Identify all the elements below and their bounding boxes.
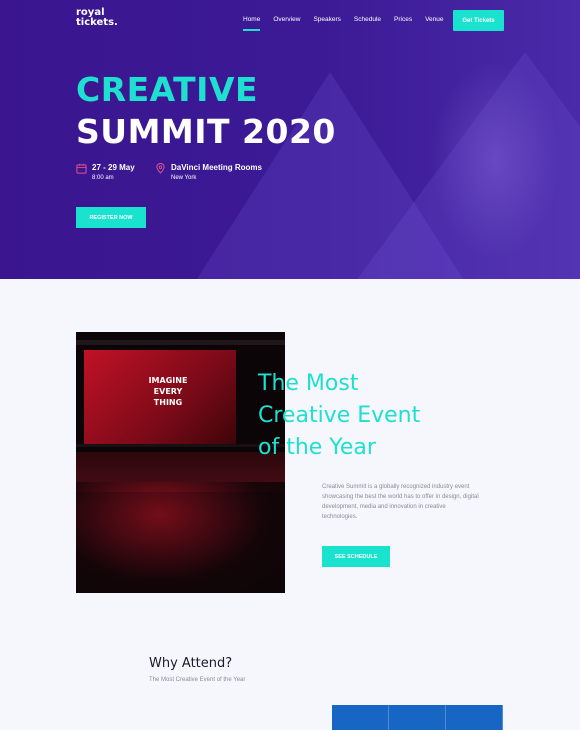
logo[interactable]: royal tickets.: [76, 8, 118, 28]
location-pin-icon: [156, 163, 165, 174]
hero-background-glow: [430, 60, 560, 260]
section-description: Creative Summit is a globally recognized…: [322, 484, 479, 520]
stage-truss: [76, 340, 285, 345]
event-date: 27 - 29 May 8:00 am: [76, 162, 135, 184]
why-attend-title: Why Attend?: [149, 656, 233, 671]
nav-home[interactable]: Home: [243, 16, 261, 31]
nav-overview[interactable]: Overview: [273, 16, 300, 23]
hero-title: SUMMIT 2020: [76, 112, 336, 151]
event-venue-text: DaVinci Meeting Rooms: [171, 163, 262, 172]
event-venue: DaVinci Meeting Rooms New York: [155, 162, 262, 184]
nav-prices[interactable]: Prices: [394, 16, 412, 23]
stage-truss: [76, 444, 285, 447]
feature-card: [332, 705, 503, 730]
calendar-icon: [76, 163, 87, 174]
event-time-text: 8:00 am: [92, 175, 114, 181]
hero-title: CREATIVE: [76, 70, 259, 109]
main-nav: Home Overview Speakers Schedule Prices V…: [243, 16, 444, 31]
get-tickets-button[interactable]: Get Tickets: [453, 10, 504, 31]
audience-crowd: [76, 482, 285, 593]
hero-section: royal tickets. Home Overview Speakers Sc…: [0, 0, 580, 279]
event-city-text: New York: [171, 175, 197, 181]
why-attend-subtitle: The Most Creative Event of the Year: [149, 677, 246, 683]
event-date-text: 27 - 29 May: [92, 163, 135, 172]
section-title: The Most Creative Event of the Year: [258, 371, 421, 460]
see-schedule-button[interactable]: SEE SCHEDULE: [322, 546, 390, 567]
nav-speakers[interactable]: Speakers: [313, 16, 340, 23]
nav-venue[interactable]: Venue: [425, 16, 443, 23]
register-now-button[interactable]: REGISTER NOW: [76, 207, 146, 228]
nav-schedule[interactable]: Schedule: [354, 16, 381, 23]
stage-screen-text: IMAGINE EVERY THING: [148, 376, 188, 407]
event-photo: IMAGINE EVERY THING: [76, 332, 285, 593]
